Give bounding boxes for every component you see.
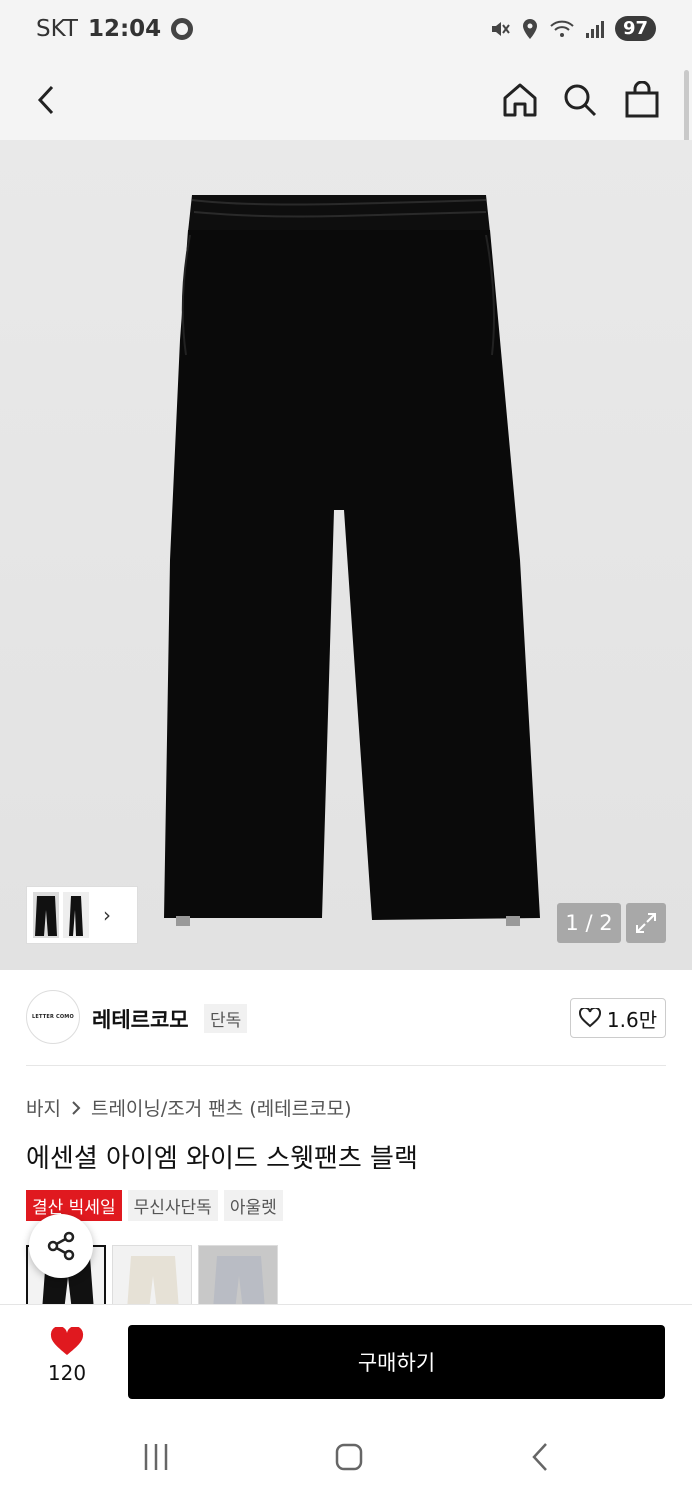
home-system-button[interactable] bbox=[334, 1442, 364, 1476]
thumbnail-more-chevron[interactable]: › bbox=[103, 903, 111, 927]
divider bbox=[26, 1065, 666, 1066]
share-icon bbox=[47, 1231, 75, 1261]
chevron-left-icon bbox=[37, 85, 54, 115]
status-right: 97 bbox=[489, 16, 656, 41]
brand-like-count: 1.6만 bbox=[606, 1007, 658, 1032]
back-system-button[interactable] bbox=[530, 1442, 550, 1476]
brand-exclusive-badge: 단독 bbox=[204, 1004, 248, 1033]
share-button[interactable] bbox=[29, 1214, 93, 1278]
swatch-cream[interactable] bbox=[112, 1245, 192, 1309]
wifi-icon bbox=[550, 20, 574, 37]
breadcrumb-item-category[interactable]: 바지 bbox=[26, 1094, 61, 1121]
brand-name[interactable]: 레테르코모 bbox=[92, 1004, 189, 1034]
brand-row: LETTER COMO 레테르코모 단독 1.6만 bbox=[26, 990, 666, 1050]
heart-outline-icon bbox=[578, 1008, 601, 1028]
tag-exclusive: 무신사단독 bbox=[127, 1190, 218, 1221]
brand-logo[interactable]: LETTER COMO bbox=[26, 990, 80, 1044]
clock: 12:04 bbox=[87, 16, 162, 42]
expand-icon bbox=[636, 913, 656, 933]
thumbnail-2[interactable] bbox=[63, 892, 89, 938]
recents-button[interactable] bbox=[142, 1442, 170, 1476]
product-image-gallery[interactable]: › 1 / 2 bbox=[0, 140, 692, 970]
back-button[interactable] bbox=[20, 74, 72, 126]
product-image-pants bbox=[164, 195, 540, 926]
chevron-left-icon bbox=[532, 1443, 547, 1471]
top-nav bbox=[0, 60, 692, 140]
battery-indicator: 97 bbox=[614, 16, 656, 41]
signal-icon bbox=[585, 20, 604, 38]
tag-outlet: 아울렛 bbox=[223, 1190, 283, 1221]
image-counter: 1 / 2 bbox=[557, 903, 621, 943]
search-button[interactable] bbox=[554, 74, 606, 126]
status-bar: SKT 12:04 97 bbox=[0, 0, 692, 60]
brand-logo-text: LETTER COMO bbox=[32, 1014, 74, 1020]
breadcrumb: 바지 트레이닝/조거 팬츠 (레테르코모) bbox=[26, 1094, 352, 1121]
shopping-bag-icon bbox=[625, 81, 659, 118]
product-title: 에센셜 아이엠 와이드 스웻팬츠 블랙 bbox=[26, 1144, 418, 1174]
carrier-label: SKT bbox=[36, 16, 78, 42]
status-left: SKT 12:04 bbox=[36, 16, 194, 42]
chevron-right-icon bbox=[72, 1100, 81, 1115]
wishlist-button[interactable]: 120 bbox=[36, 1327, 98, 1385]
breadcrumb-item-subcategory[interactable]: 트레이닝/조거 팬츠 (레테르코모) bbox=[91, 1094, 352, 1121]
recents-icon bbox=[144, 1444, 168, 1470]
notification-dot-icon bbox=[171, 18, 194, 40]
home-button[interactable] bbox=[494, 74, 546, 126]
thumbnail-1[interactable] bbox=[33, 892, 59, 938]
brand-like-button[interactable]: 1.6만 bbox=[570, 998, 666, 1038]
home-rounded-square-icon bbox=[335, 1443, 363, 1471]
gallery-thumbnail-strip[interactable]: › bbox=[26, 886, 138, 944]
buy-button[interactable]: 구매하기 bbox=[128, 1325, 665, 1399]
search-icon bbox=[564, 84, 597, 117]
heart-filled-icon bbox=[50, 1327, 84, 1355]
wishlist-count: 120 bbox=[47, 1361, 87, 1385]
home-icon bbox=[503, 83, 537, 117]
system-nav-bar bbox=[0, 1414, 692, 1500]
swatch-gray[interactable] bbox=[198, 1245, 278, 1309]
location-icon bbox=[522, 18, 537, 39]
buy-bar: 120 구매하기 bbox=[0, 1304, 692, 1414]
mute-icon bbox=[491, 21, 510, 36]
expand-button[interactable] bbox=[626, 903, 666, 943]
cart-button[interactable] bbox=[616, 74, 668, 126]
